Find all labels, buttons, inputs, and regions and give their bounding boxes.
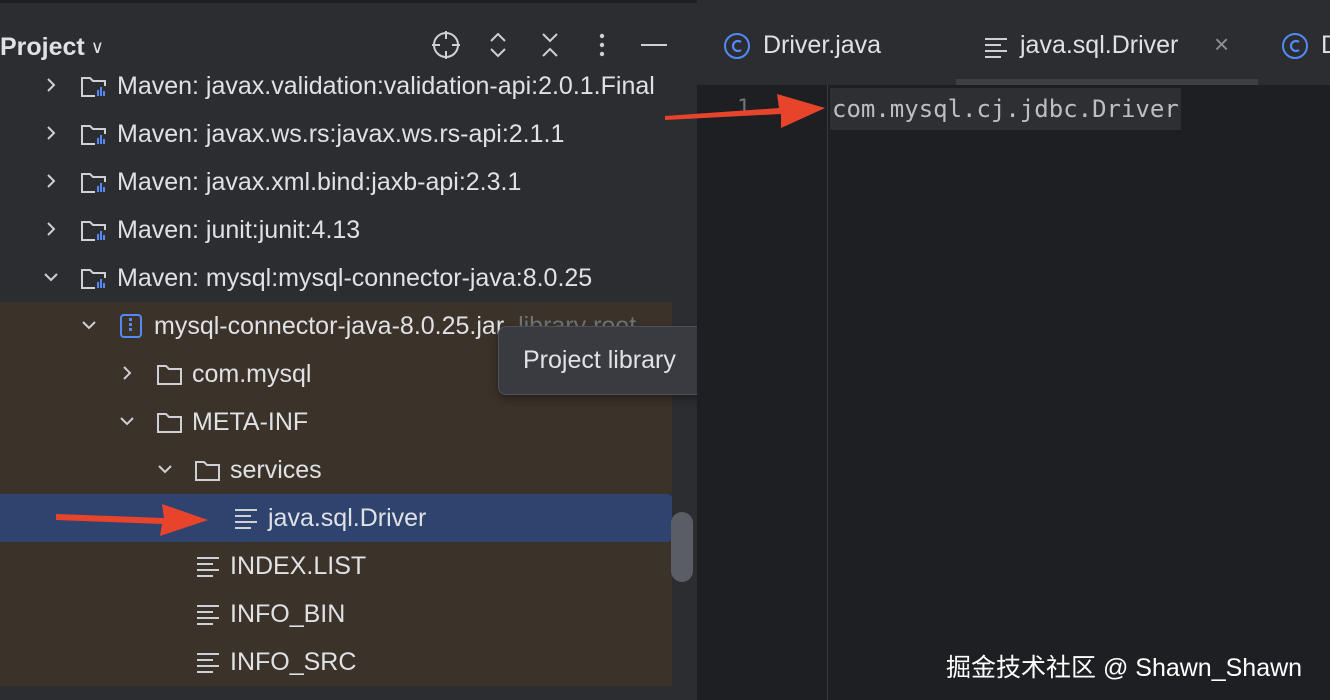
chevron-down-icon[interactable]: [42, 268, 60, 286]
tree-scrollbar[interactable]: [671, 512, 693, 582]
chevron-down-icon[interactable]: [156, 460, 174, 478]
tree-item-label: Maven: junit:junit:4.13: [117, 216, 361, 244]
library-folder-icon: [80, 73, 108, 99]
locate-icon[interactable]: [430, 29, 462, 61]
gutter-separator: [827, 85, 828, 700]
tree-item-label: Maven: javax.ws.rs:javax.ws.rs-api:2.1.1: [117, 120, 565, 148]
chevron-right-icon[interactable]: [42, 124, 60, 142]
tree-item-maven-ws-rs-api[interactable]: Maven: javax.ws.rs:javax.ws.rs-api:2.1.1: [0, 110, 672, 158]
tab-label: D: [1321, 31, 1330, 60]
chevron-right-icon[interactable]: [42, 172, 60, 190]
tree-item-services[interactable]: services: [0, 446, 672, 494]
tree-item-maven-mysql-connector[interactable]: Maven: mysql:mysql-connector-java:8.0.25: [0, 254, 672, 302]
folder-icon: [194, 457, 222, 483]
hide-panel-icon[interactable]: [638, 29, 670, 61]
tree-item-meta-inf[interactable]: META-INF: [0, 398, 672, 446]
tree-item-label: INDEX.LIST: [230, 552, 367, 580]
project-view-selector[interactable]: Project ∨: [0, 33, 104, 62]
tree-item-label: Maven: javax.validation:validation-api:2…: [117, 72, 655, 100]
chevron-down-icon[interactable]: [80, 316, 98, 334]
tree-item-maven-jaxb-api[interactable]: Maven: javax.xml.bind:jaxb-api:2.3.1: [0, 158, 672, 206]
close-icon[interactable]: ×: [1214, 29, 1229, 60]
project-title: Project: [0, 33, 85, 61]
project-panel: Project ∨ Maven: javax.validation:validat…: [0, 0, 697, 700]
jar-name: mysql-connector-java-8.0.25.jar: [154, 312, 505, 340]
tab-driver-java[interactable]: Driver.java: [697, 3, 955, 85]
jar-archive-icon: [118, 313, 146, 339]
tab-java-sql-driver[interactable]: java.sql.Driver ×: [956, 3, 1258, 85]
chevron-right-icon[interactable]: [42, 76, 60, 94]
text-file-icon: [194, 553, 222, 579]
class-icon: [1281, 32, 1309, 60]
tree-item-info-src[interactable]: INFO_SRC: [0, 638, 672, 686]
library-folder-icon: [80, 121, 108, 147]
tree-item-info-bin[interactable]: INFO_BIN: [0, 590, 672, 638]
class-icon: [723, 32, 751, 60]
tab-label: Driver.java: [763, 31, 882, 59]
more-options-icon[interactable]: [586, 29, 618, 61]
annotation-arrow-left: [56, 504, 208, 536]
active-tab-indicator: [956, 79, 1258, 85]
text-file-icon: [194, 601, 222, 627]
tooltip-text: Project library: [523, 346, 676, 374]
tooltip: Project library: [498, 326, 697, 395]
library-folder-icon: [80, 265, 108, 291]
watermark: 掘金技术社区 @ Shawn_Shawn: [946, 654, 1303, 682]
library-folder-icon: [80, 217, 108, 243]
tree-item-maven-junit[interactable]: Maven: junit:junit:4.13: [0, 206, 672, 254]
tab-label: java.sql.Driver: [1020, 31, 1179, 59]
tree-item-label: services: [230, 456, 322, 484]
tree-item-label: Maven: mysql:mysql-connector-java:8.0.25: [117, 264, 593, 292]
package-folder-icon: [156, 361, 184, 387]
annotation-arrow-right: [665, 94, 825, 128]
tree-item-label: META-INF: [192, 408, 309, 436]
library-folder-icon: [80, 169, 108, 195]
tree-item-label: java.sql.Driver: [268, 504, 427, 532]
tree-item-label: INFO_SRC: [230, 648, 357, 676]
tab-third[interactable]: D: [1259, 3, 1330, 85]
tree-item-label: com.mysql: [192, 360, 312, 388]
tree-item-maven-validation-api[interactable]: Maven: javax.validation:validation-api:2…: [0, 62, 672, 110]
text-file-icon: [232, 505, 260, 531]
tree-item-label: Maven: javax.xml.bind:jaxb-api:2.3.1: [117, 168, 522, 196]
code-text: com.mysql.cj.jdbc.Driver: [832, 95, 1179, 123]
chevron-right-icon[interactable]: [42, 220, 60, 238]
chevron-down-icon[interactable]: [118, 412, 136, 430]
tree-item-label: INFO_BIN: [230, 600, 346, 628]
chevron-right-icon[interactable]: [118, 364, 136, 382]
expand-all-icon[interactable]: [482, 29, 514, 61]
code-line[interactable]: com.mysql.cj.jdbc.Driver: [830, 88, 1181, 130]
text-file-icon: [982, 32, 1010, 60]
editor-area: Driver.java java.sql.Driver × D 1 com.my…: [665, 0, 1330, 700]
tree-item-index-list[interactable]: INDEX.LIST: [0, 542, 672, 590]
chevron-down-icon: ∨: [90, 37, 104, 57]
text-file-icon: [194, 649, 222, 675]
collapse-all-icon[interactable]: [534, 29, 566, 61]
editor-tab-bar: Driver.java java.sql.Driver × D: [697, 3, 1330, 85]
folder-icon: [156, 409, 184, 435]
